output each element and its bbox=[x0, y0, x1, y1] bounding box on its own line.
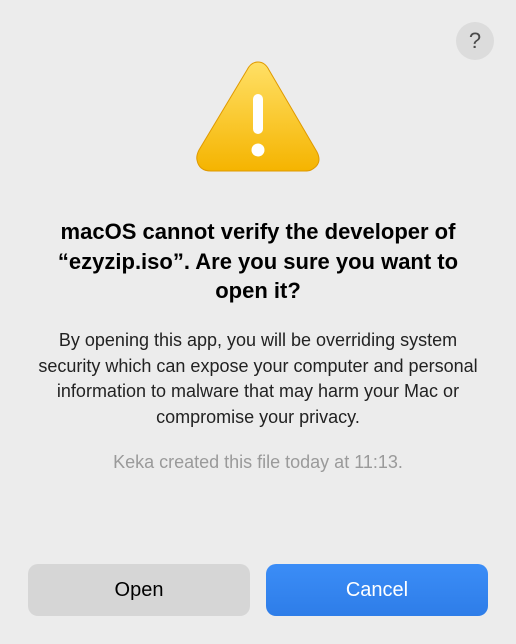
open-button[interactable]: Open bbox=[28, 564, 250, 616]
open-button-label: Open bbox=[115, 579, 164, 602]
warning-icon bbox=[193, 56, 323, 181]
dialog-body: By opening this app, you will be overrid… bbox=[28, 328, 488, 430]
cancel-button-label: Cancel bbox=[346, 579, 408, 602]
cancel-button[interactable]: Cancel bbox=[266, 564, 488, 616]
help-button[interactable]: ? bbox=[456, 22, 494, 60]
gatekeeper-dialog: ? macOS cannot verify the developer of “… bbox=[0, 0, 516, 644]
dialog-meta: Keka created this file today at 11:13. bbox=[113, 452, 403, 473]
help-icon-label: ? bbox=[469, 28, 481, 54]
dialog-heading: macOS cannot verify the developer of “ez… bbox=[28, 217, 488, 306]
button-row: Open Cancel bbox=[28, 564, 488, 616]
